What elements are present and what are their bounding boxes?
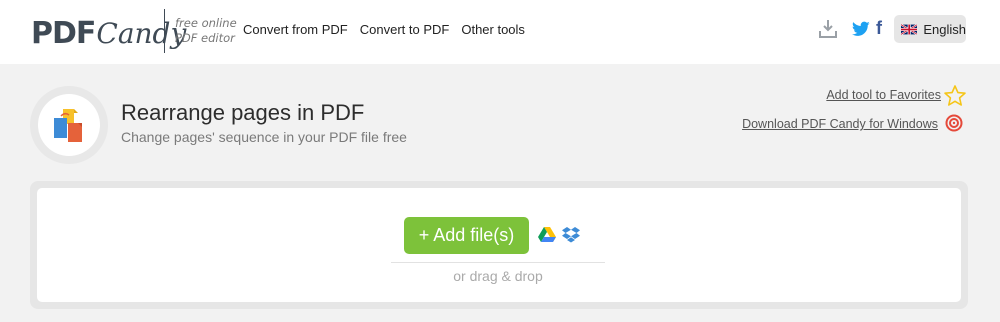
logo-pdf-text: PDF — [31, 15, 96, 51]
nav-convert-from-pdf[interactable]: Convert from PDF — [243, 22, 348, 38]
tagline-line-2: PDF editor — [175, 31, 235, 45]
tool-icon-badge — [30, 86, 108, 164]
pdfcandy-desktop-icon[interactable] — [945, 114, 963, 132]
main-nav: Convert from PDF Convert to PDF Other to… — [243, 22, 537, 38]
add-files-button[interactable]: + Add file(s) — [404, 217, 529, 254]
nav-other-tools[interactable]: Other tools — [461, 22, 525, 38]
twitter-icon[interactable] — [852, 21, 870, 37]
drag-drop-hint: or drag & drop — [453, 268, 543, 284]
site-header: PDF Candy free online PDF editor Convert… — [0, 0, 1000, 64]
pdfcandy-logo[interactable]: PDF Candy — [31, 14, 186, 52]
logo-candy-text: Candy — [96, 16, 187, 50]
page-subtitle: Change pages' sequence in your PDF file … — [121, 129, 407, 145]
tagline-line-1: free online — [175, 16, 237, 30]
tagline: free online PDF editor — [175, 16, 237, 46]
google-drive-icon[interactable] — [538, 227, 556, 243]
tool-icon-badge-inner — [38, 94, 100, 156]
uk-flag-icon — [901, 23, 918, 35]
page-title: Rearrange pages in PDF — [121, 100, 365, 125]
download-windows-link[interactable]: Download PDF Candy for Windows — [742, 116, 938, 132]
dropbox-icon[interactable] — [562, 226, 580, 243]
drop-divider — [391, 262, 605, 263]
star-icon[interactable] — [943, 84, 967, 108]
logo-divider — [164, 9, 165, 53]
facebook-icon[interactable]: f — [876, 18, 882, 38]
add-to-favorites-link[interactable]: Add tool to Favorites — [826, 87, 941, 103]
nav-convert-to-pdf[interactable]: Convert to PDF — [360, 22, 450, 38]
download-icon[interactable] — [819, 19, 837, 39]
rearrange-pages-icon — [54, 109, 82, 142]
language-label: English — [923, 21, 966, 37]
language-selector[interactable]: English — [894, 15, 966, 43]
